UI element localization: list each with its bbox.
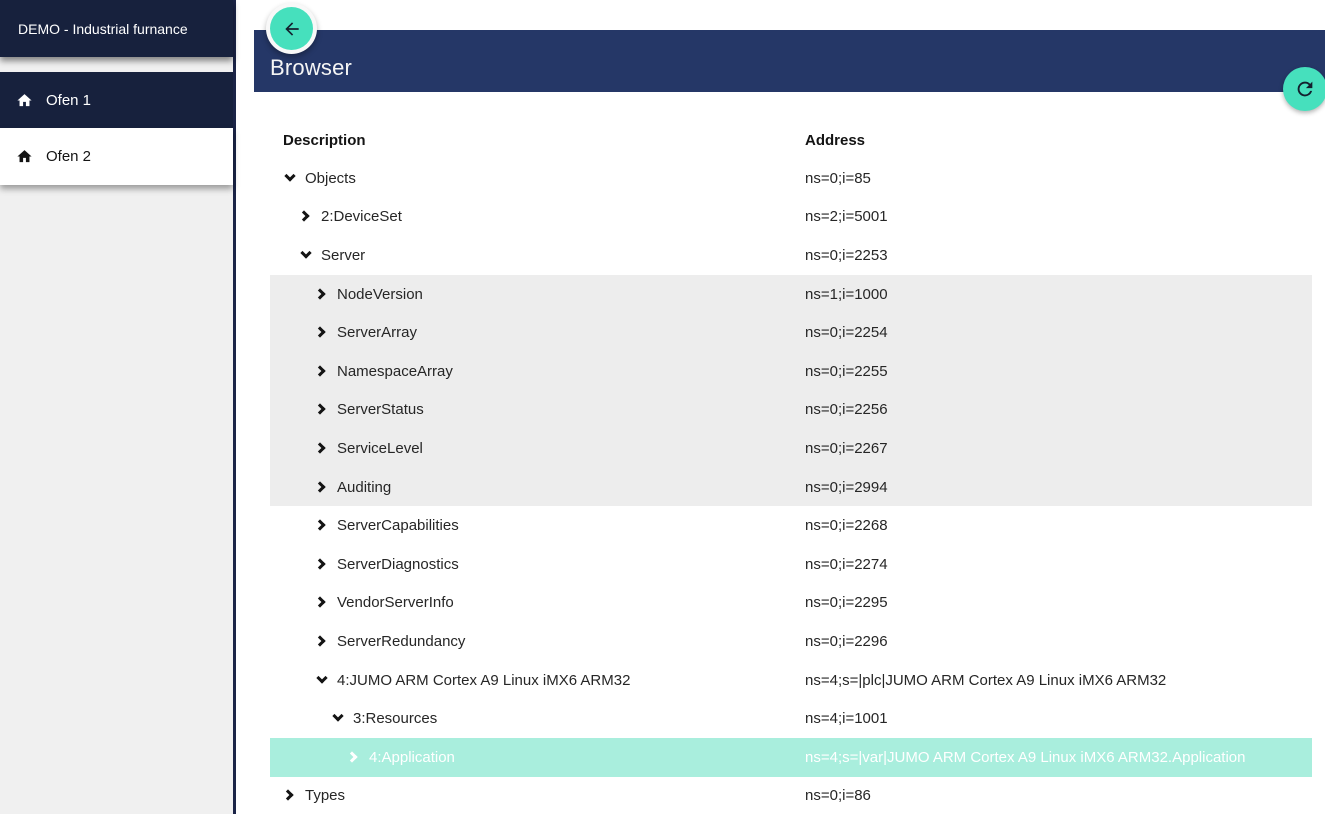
refresh-icon [1294, 78, 1316, 100]
chevron-right-icon[interactable] [347, 750, 362, 765]
row-label: 2:DeviceSet [321, 208, 402, 225]
home-icon [16, 148, 33, 165]
row-address: ns=0;i=2253 [805, 247, 888, 264]
row-address: ns=0;i=85 [805, 170, 871, 187]
sidebar-title: DEMO - Industrial furnance [0, 0, 233, 57]
row-label: ServiceLevel [337, 440, 423, 457]
sidebar-item-ofen-2[interactable]: Ofen 2 [0, 128, 233, 185]
table-header-row: Description Address [270, 122, 1312, 159]
row-label: Server [321, 247, 365, 264]
page-title: Browser [270, 55, 352, 81]
table-row[interactable]: 4:JUMO ARM Cortex A9 Linux iMX6 ARM32 ns… [270, 661, 1312, 700]
table-row[interactable]: ServerArray ns=0;i=2254 [270, 313, 1312, 352]
row-label: ServerCapabilities [337, 517, 459, 534]
chevron-down-icon[interactable] [315, 673, 330, 688]
row-label: Auditing [337, 479, 391, 496]
row-label: 3:Resources [353, 710, 437, 727]
table-row[interactable]: ServiceLevel ns=0;i=2267 [270, 429, 1312, 468]
row-label: ServerStatus [337, 401, 424, 418]
sidebar: DEMO - Industrial furnance Ofen 1 Ofen 2 [0, 0, 233, 814]
row-label: Objects [305, 170, 356, 187]
chevron-right-icon[interactable] [315, 287, 330, 302]
row-address: ns=4;i=1001 [805, 710, 888, 727]
chevron-right-icon[interactable] [315, 402, 330, 417]
chevron-right-icon[interactable] [283, 788, 298, 803]
table-row[interactable]: ServerRedundancy ns=0;i=2296 [270, 622, 1312, 661]
chevron-down-icon[interactable] [299, 248, 314, 263]
table-row[interactable]: Auditing ns=0;i=2994 [270, 468, 1312, 507]
chevron-right-icon[interactable] [315, 441, 330, 456]
chevron-right-icon[interactable] [299, 209, 314, 224]
row-label: 4:JUMO ARM Cortex A9 Linux iMX6 ARM32 [337, 672, 630, 689]
table-row-selected[interactable]: 4:Application ns=4;s=|var|JUMO ARM Corte… [270, 738, 1312, 777]
row-label: NamespaceArray [337, 363, 453, 380]
chevron-right-icon[interactable] [315, 364, 330, 379]
table-row[interactable]: Objects ns=0;i=85 [270, 159, 1312, 198]
chevron-right-icon[interactable] [315, 325, 330, 340]
chevron-right-icon[interactable] [315, 518, 330, 533]
row-address: ns=0;i=2256 [805, 401, 888, 418]
chevron-down-icon[interactable] [283, 171, 298, 186]
chevron-down-icon[interactable] [331, 711, 346, 726]
row-address: ns=0;i=2994 [805, 479, 888, 496]
row-address: ns=0;i=2268 [805, 517, 888, 534]
row-label: VendorServerInfo [337, 594, 454, 611]
row-address: ns=0;i=2274 [805, 556, 888, 573]
row-label: Types [305, 787, 345, 804]
table-row[interactable]: VendorServerInfo ns=0;i=2295 [270, 584, 1312, 623]
row-address: ns=4;s=|plc|JUMO ARM Cortex A9 Linux iMX… [805, 672, 1166, 689]
row-address: ns=0;i=2296 [805, 633, 888, 650]
chevron-right-icon[interactable] [315, 480, 330, 495]
table-row[interactable]: Types ns=0;i=86 [270, 777, 1312, 815]
table-row[interactable]: NamespaceArray ns=0;i=2255 [270, 352, 1312, 391]
row-address: ns=1;i=1000 [805, 286, 888, 303]
refresh-button[interactable] [1283, 67, 1325, 111]
sidebar-divider [233, 0, 236, 814]
table-row[interactable]: NodeVersion ns=1;i=1000 [270, 275, 1312, 314]
row-address: ns=0;i=2267 [805, 440, 888, 457]
table-row[interactable]: ServerStatus ns=0;i=2256 [270, 391, 1312, 430]
table-row[interactable]: 2:DeviceSet ns=2;i=5001 [270, 198, 1312, 237]
column-header-address: Address [805, 132, 865, 149]
page-header: Browser [254, 30, 1325, 92]
sidebar-item-ofen-1[interactable]: Ofen 1 [0, 72, 233, 128]
back-button[interactable] [266, 3, 317, 54]
column-header-description: Description [270, 132, 366, 149]
chevron-right-icon[interactable] [315, 634, 330, 649]
chevron-right-icon[interactable] [315, 595, 330, 610]
sidebar-item-label: Ofen 1 [46, 92, 91, 109]
row-address: ns=0;i=2255 [805, 363, 888, 380]
row-label: ServerDiagnostics [337, 556, 459, 573]
row-address: ns=2;i=5001 [805, 208, 888, 225]
row-label: NodeVersion [337, 286, 423, 303]
row-label: ServerArray [337, 324, 417, 341]
table-row[interactable]: ServerDiagnostics ns=0;i=2274 [270, 545, 1312, 584]
row-address: ns=4;s=|var|JUMO ARM Cortex A9 Linux iMX… [805, 749, 1245, 766]
row-address: ns=0;i=2254 [805, 324, 888, 341]
row-label: ServerRedundancy [337, 633, 465, 650]
table-row[interactable]: ServerCapabilities ns=0;i=2268 [270, 506, 1312, 545]
arrow-left-icon [270, 7, 313, 50]
sidebar-title-label: DEMO - Industrial furnance [18, 21, 188, 37]
row-address: ns=0;i=2295 [805, 594, 888, 611]
table-row[interactable]: 3:Resources ns=4;i=1001 [270, 699, 1312, 738]
browser-tree-table: Description Address Objects ns=0;i=85 2:… [270, 122, 1312, 815]
table-row[interactable]: Server ns=0;i=2253 [270, 236, 1312, 275]
home-icon [16, 92, 33, 109]
row-label: 4:Application [369, 749, 455, 766]
sidebar-item-label: Ofen 2 [46, 148, 91, 165]
chevron-right-icon[interactable] [315, 557, 330, 572]
row-address: ns=0;i=86 [805, 787, 871, 804]
